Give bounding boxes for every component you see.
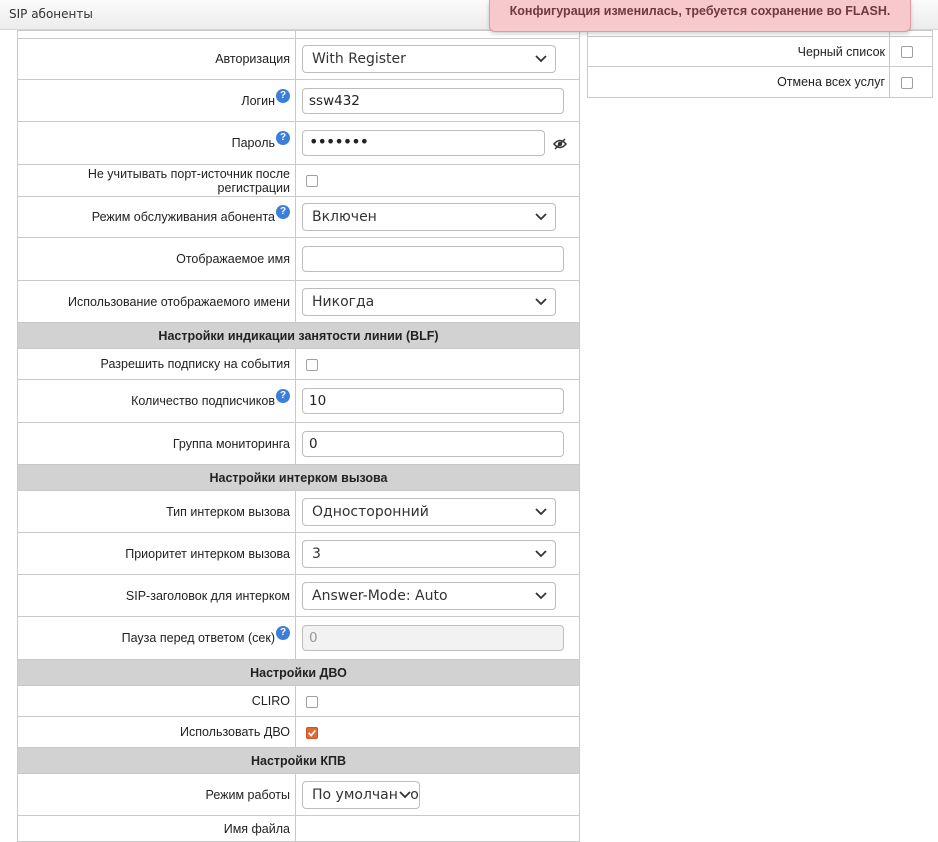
ignore-src-port-checkbox[interactable] — [306, 175, 318, 188]
help-icon[interactable]: ? — [276, 389, 290, 403]
display-name-usage-select[interactable]: Никогда — [302, 287, 556, 316]
table-row: Пароль? ••••••• — [17, 121, 580, 165]
subscribers-count-input[interactable]: 10 — [302, 388, 564, 414]
cancel-all-services-checkbox[interactable] — [901, 76, 913, 89]
monitoring-group-label: Группа мониторинга — [17, 422, 296, 465]
cancel-all-services-label: Отмена всех услуг — [587, 66, 890, 98]
table-row: Тип интерком вызова Односторонний — [17, 490, 580, 533]
chevron-down-icon — [535, 591, 547, 599]
cliro-checkbox[interactable] — [306, 695, 318, 708]
intercom-priority-label: Приоритет интерком вызова — [17, 532, 296, 575]
chevron-down-icon — [535, 55, 547, 63]
login-label: Логин — [241, 93, 275, 108]
section-header-row: Настройки ДВО — [17, 659, 580, 686]
table-row: Не учитывать порт-источник после регистр… — [17, 164, 580, 197]
table-row: Разрешить подписку на события — [17, 348, 580, 380]
intercom-priority-value: 3 — [312, 545, 321, 562]
kpv-section-header: Настройки КПВ — [17, 747, 580, 774]
work-mode-label: Режим работы — [17, 773, 296, 816]
auth-label: Авторизация — [17, 38, 296, 80]
service-mode-select[interactable]: Включен — [302, 203, 556, 231]
password-input[interactable]: ••••••• — [302, 130, 545, 156]
checkmark-icon — [308, 729, 316, 737]
service-mode-value: Включен — [312, 209, 377, 225]
chevron-down-icon — [535, 297, 547, 305]
blacklist-checkbox[interactable] — [901, 46, 913, 59]
chevron-down-icon — [535, 549, 547, 557]
answer-pause-input: 0 — [302, 625, 564, 651]
table-row: Режим обслуживания абонента? Включен — [17, 196, 580, 238]
chevron-down-icon — [399, 789, 411, 800]
table-row: Количество подписчиков? 10 — [17, 379, 580, 423]
intercom-type-value: Односторонний — [312, 503, 429, 520]
flash-save-notification[interactable]: Конфигурация изменилась, требуется сохра… — [489, 0, 911, 32]
subscribers-count-label: Количество подписчиков — [131, 394, 275, 408]
display-name-label: Отображаемое имя — [17, 237, 296, 281]
eye-toggle-icon[interactable] — [553, 138, 567, 150]
table-row: Авторизация With Register — [17, 38, 580, 80]
display-name-usage-label: Использование отображаемого имени — [17, 280, 296, 323]
intercom-type-label: Тип интерком вызова — [17, 490, 296, 533]
chevron-down-icon — [535, 213, 547, 221]
intercom-sip-header-label: SIP-заголовок для интерком — [17, 574, 296, 617]
page-title: SIP абоненты — [9, 7, 93, 21]
dvo-section-header: Настройки ДВО — [17, 659, 580, 686]
allow-subscribe-checkbox[interactable] — [306, 358, 318, 371]
section-header-row: Настройки КПВ — [17, 747, 580, 774]
chevron-down-icon — [535, 507, 547, 515]
answer-pause-label: Пауза перед ответом (сек) — [121, 631, 275, 645]
intercom-sip-header-value: Answer-Mode: Auto — [312, 587, 448, 604]
notification-text: Конфигурация изменилась, требуется сохра… — [509, 4, 891, 18]
work-mode-select[interactable]: По умолчанию — [302, 780, 420, 809]
table-row: Отмена всех услуг — [587, 66, 933, 98]
password-label: Пароль — [231, 136, 275, 150]
ignore-src-port-label: Не учитывать порт-источник после регистр… — [17, 164, 296, 197]
subscriber-settings-form: Авторизация With Register Логин? ssw432 … — [17, 30, 580, 842]
help-icon[interactable]: ? — [276, 88, 290, 103]
service-mode-label: Режим обслуживания абонента — [91, 210, 275, 224]
table-row: Группа мониторинга 0 — [17, 422, 580, 465]
auth-select-value: With Register — [312, 51, 406, 67]
blf-section-header: Настройки индикации занятости линии (BLF… — [17, 322, 580, 349]
table-row: Отображаемое имя — [17, 237, 580, 281]
table-row: Использовать ДВО — [17, 716, 580, 748]
intercom-priority-select[interactable]: 3 — [302, 539, 556, 568]
intercom-sip-header-select[interactable]: Answer-Mode: Auto — [302, 581, 556, 610]
section-header-row: Настройки интерком вызова — [17, 464, 580, 491]
cliro-label: CLIRO — [17, 685, 296, 717]
blacklist-label: Черный список — [587, 36, 890, 67]
help-icon[interactable]: ? — [276, 626, 290, 640]
use-dvo-checkbox[interactable] — [306, 726, 318, 739]
table-row: Приоритет интерком вызова 3 — [17, 532, 580, 575]
table-row: Черный список — [587, 36, 933, 67]
intercom-section-header: Настройки интерком вызова — [17, 464, 580, 491]
use-dvo-label: Использовать ДВО — [17, 716, 296, 748]
allow-subscribe-label: Разрешить подписку на события — [17, 348, 296, 380]
table-row: Логин? ssw432 — [17, 79, 580, 122]
table-row: Использование отображаемого имени Никогд… — [17, 280, 580, 323]
table-row: Режим работы По умолчанию — [17, 773, 580, 816]
help-icon[interactable]: ? — [276, 205, 290, 219]
login-input[interactable]: ssw432 — [302, 87, 564, 114]
table-row: Пауза перед ответом (сек)? 0 — [17, 616, 580, 660]
display-name-input[interactable] — [302, 246, 564, 272]
help-icon[interactable]: ? — [276, 131, 290, 145]
table-row: SIP-заголовок для интерком Answer-Mode: … — [17, 574, 580, 617]
display-name-usage-value: Никогда — [312, 293, 375, 310]
section-header-row: Настройки индикации занятости линии (BLF… — [17, 322, 580, 349]
monitoring-group-input[interactable]: 0 — [302, 430, 564, 457]
services-table: Черный список Отмена всех услуг — [587, 30, 933, 98]
intercom-type-select[interactable]: Односторонний — [302, 497, 556, 526]
table-row: CLIRO — [17, 685, 580, 717]
auth-select[interactable]: With Register — [302, 45, 556, 73]
